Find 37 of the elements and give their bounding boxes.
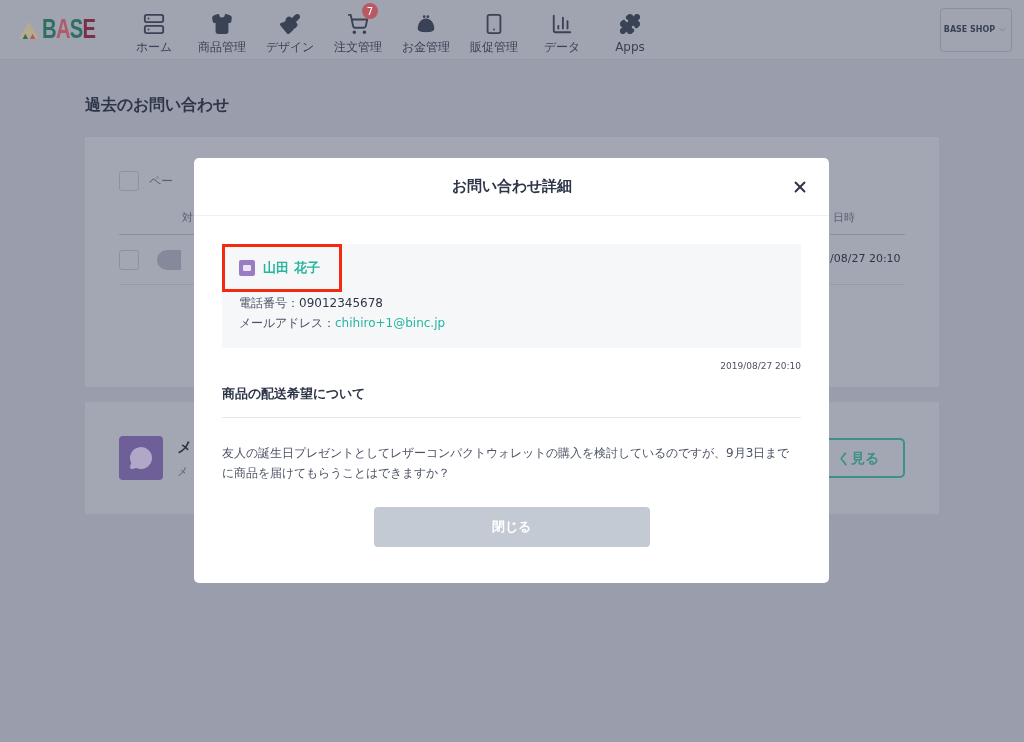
column-header: 日時 <box>833 209 855 226</box>
email-label: メールアドレス： <box>239 315 335 332</box>
id-card-icon <box>239 260 255 276</box>
logo[interactable]: BASE <box>42 16 96 43</box>
phone-number: 09012345678 <box>299 295 383 312</box>
puzzle-icon <box>619 13 641 35</box>
list-icon <box>143 13 165 35</box>
count-badge: 7 <box>362 3 378 19</box>
select-all-label: ペー <box>149 173 173 190</box>
card-title: メ <box>177 436 192 458</box>
page-title: 過去のお問い合わせ <box>85 94 230 116</box>
nav-item[interactable]: デザイン <box>256 3 324 56</box>
modal-title: お問い合わせ詳細 <box>451 176 572 198</box>
cart-icon <box>347 13 369 35</box>
shirt-icon <box>211 13 233 35</box>
nav-item[interactable]: お金管理 <box>392 3 460 56</box>
nav-item[interactable]: 販促管理 <box>460 3 528 56</box>
inquiry-message: 友人の誕生日プレゼントとしてレザーコンパクトウォレットの購入を検討しているのですが、9月3日までに商品を届けてもらうことはできますか？ <box>222 445 791 482</box>
phone-label: 電話番号： <box>239 295 299 312</box>
status-pill <box>157 249 181 270</box>
card-subtitle: メ <box>177 464 189 480</box>
inquiry-subject: 商品の配送希望について <box>222 383 801 418</box>
brush-icon <box>279 13 301 35</box>
email-link[interactable]: chihiro+1@binc.jp <box>335 314 446 332</box>
nav-item[interactable]: 商品管理 <box>188 3 256 56</box>
nav-item[interactable]: 注文管理 7 <box>324 3 392 56</box>
bar-chart-icon <box>551 13 573 35</box>
chat-icon <box>119 436 163 480</box>
column-header: 対 <box>182 209 193 226</box>
customer-name[interactable]: 山田 花子 <box>263 258 320 278</box>
date-cell: /08/27 20:10 <box>830 251 901 268</box>
nav-item[interactable]: Apps <box>596 3 664 56</box>
purse-icon <box>415 13 437 35</box>
shop-menu-button[interactable]: BASE SHOP <box>940 7 1012 52</box>
nav-item[interactable]: ホーム <box>120 3 188 56</box>
nav-item[interactable]: データ <box>528 3 596 56</box>
inquiry-date: 2019/08/27 20:10 <box>720 360 801 373</box>
